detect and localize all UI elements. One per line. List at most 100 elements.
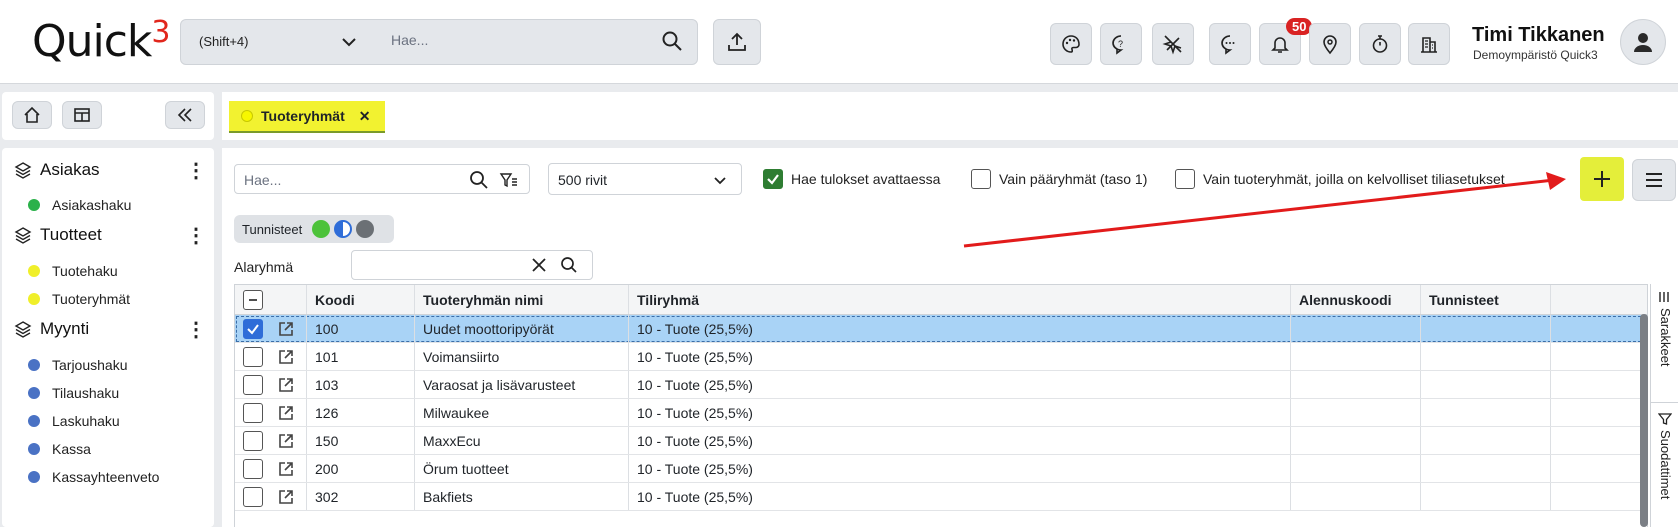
row-checkbox[interactable] (243, 346, 263, 367)
bell-icon (1269, 33, 1291, 55)
user-name: Timi Tikkanen (1472, 24, 1605, 46)
search-shortcut-label: (Shift+4) (199, 34, 249, 49)
search-icon[interactable] (469, 170, 489, 190)
sidebar-item-kassa[interactable]: Kassa (28, 441, 91, 457)
sidebar-item-tuotehaku[interactable]: Tuotehaku (28, 263, 118, 279)
status-dot-icon (28, 415, 40, 427)
row-select-cell (235, 427, 307, 454)
add-button[interactable] (1580, 157, 1624, 201)
section-menu-icon[interactable]: ⋮ (186, 317, 206, 342)
company-button[interactable] (1408, 23, 1450, 65)
tags-cell (1421, 427, 1551, 454)
vertical-scrollbar[interactable] (1640, 314, 1648, 527)
table-row[interactable]: 101 Voimansiirto 10 - Tuote (25,5%) (235, 343, 1647, 371)
status-dot-icon (28, 199, 40, 211)
row-checkbox[interactable] (243, 430, 263, 451)
table-row[interactable]: 302 Bakfiets 10 - Tuote (25,5%) (235, 483, 1647, 511)
checkbox-checked[interactable] (763, 169, 783, 189)
filters-panel-tab[interactable]: Suodattimet (1658, 430, 1673, 499)
close-icon[interactable]: ✕ (359, 108, 371, 125)
section-tuotteet[interactable]: Tuotteet (14, 225, 102, 245)
green-tag-icon[interactable] (312, 220, 331, 238)
section-asiakas[interactable]: Asiakas (14, 160, 100, 180)
column-header-code[interactable]: Koodi (307, 285, 415, 314)
chat-button[interactable] (1209, 23, 1251, 65)
section-menu-icon[interactable]: ⋮ (186, 223, 206, 248)
table-row[interactable]: 126 Milwaukee 10 - Tuote (25,5%) (235, 399, 1647, 427)
open-external-icon[interactable] (277, 460, 295, 478)
row-checkbox[interactable] (243, 458, 263, 479)
open-external-icon[interactable] (277, 488, 295, 506)
filter-list-icon[interactable] (499, 170, 519, 190)
table-row[interactable]: 103 Varaosat ja lisävarusteet 10 - Tuote (… (235, 371, 1647, 399)
tab-tuoteryhmat[interactable]: Tuoteryhmät ✕ (229, 101, 385, 133)
account-cell: 10 - Tuote (25,5%) (629, 371, 1291, 398)
side-panel-bar: Sarakkeet Suodattimet (1650, 284, 1678, 527)
app-logo[interactable]: Quick3 (32, 15, 171, 71)
gray-tag-icon[interactable] (356, 220, 375, 238)
sidebar-item-laskuhaku[interactable]: Laskuhaku (28, 413, 120, 429)
tags-cell (1421, 483, 1551, 510)
help-button[interactable]: ? (1100, 23, 1142, 65)
layout-button[interactable] (62, 101, 102, 129)
rows-select[interactable]: 500 rivit (548, 163, 742, 195)
palette-button[interactable] (1050, 23, 1092, 65)
search-on-open-option[interactable]: Hae tulokset avattaessa (763, 169, 940, 189)
columns-panel-tab[interactable]: Sarakkeet (1658, 308, 1673, 367)
filter-search-input[interactable]: Hae... (234, 164, 530, 194)
row-checkbox[interactable] (243, 402, 263, 423)
status-dot-icon (28, 293, 40, 305)
column-header-tags[interactable]: Tunnisteet (1421, 285, 1551, 314)
layout-icon (73, 106, 91, 124)
open-external-icon[interactable] (277, 376, 295, 394)
subgroup-input[interactable] (351, 250, 593, 280)
row-checkbox[interactable] (243, 486, 263, 507)
collapse-sidebar-button[interactable] (165, 101, 205, 129)
sidebar-item-tilaushaku[interactable]: Tilaushaku (28, 385, 119, 401)
global-search-input[interactable]: Hae... (391, 32, 428, 48)
clear-icon[interactable] (530, 256, 548, 274)
open-external-icon[interactable] (277, 432, 295, 450)
sidebar-item-tarjoushaku[interactable]: Tarjoushaku (28, 357, 128, 373)
half-tag-icon[interactable] (334, 220, 353, 238)
column-header-discount[interactable]: Alennuskoodi (1291, 285, 1421, 314)
upload-icon (726, 31, 748, 53)
sidebar-item-asiakashaku[interactable]: Asiakashaku (28, 197, 131, 213)
table-row[interactable]: 200 Örum tuotteet 10 - Tuote (25,5%) (235, 455, 1647, 483)
discount-cell (1291, 399, 1421, 426)
row-checkbox[interactable] (243, 374, 263, 395)
row-checkbox[interactable] (243, 318, 263, 339)
menu-button[interactable] (1632, 159, 1676, 201)
search-icon[interactable] (560, 256, 578, 274)
open-external-icon[interactable] (277, 348, 295, 366)
global-search[interactable]: (Shift+4) Hae... (180, 19, 698, 65)
code-cell: 101 (307, 343, 415, 370)
name-cell: MaxxEcu (415, 427, 629, 454)
tags-filter-chip[interactable]: Tunnisteet (234, 215, 394, 243)
user-environment: Demoympäristö Quick3 (1473, 48, 1598, 62)
sidebar-item-kassayhteenveto[interactable]: Kassayhteenveto (28, 469, 159, 485)
section-menu-icon[interactable]: ⋮ (186, 158, 206, 183)
feature-off-button[interactable] (1152, 23, 1194, 65)
open-external-icon[interactable] (277, 404, 295, 422)
code-cell: 126 (307, 399, 415, 426)
location-button[interactable] (1309, 23, 1351, 65)
chevron-down-icon[interactable] (339, 32, 359, 52)
table-row[interactable]: 150 MaxxEcu 10 - Tuote (25,5%) (235, 427, 1647, 455)
chat-icon (1219, 33, 1241, 55)
avatar[interactable] (1620, 19, 1666, 65)
timer-button[interactable] (1359, 23, 1401, 65)
open-external-icon[interactable] (277, 320, 295, 338)
column-header-account[interactable]: Tiliryhmä (629, 285, 1291, 314)
upload-button[interactable] (713, 19, 761, 65)
column-header-name[interactable]: Tuoteryhmän nimi (415, 285, 629, 314)
home-button[interactable] (12, 101, 52, 129)
select-all-checkbox[interactable] (243, 289, 263, 310)
status-dot-icon (28, 387, 40, 399)
status-dot-icon (28, 471, 40, 483)
section-myynti[interactable]: Myynti (14, 319, 89, 339)
table-row[interactable]: 100 Uudet moottoripyörät 10 - Tuote (25,5%… (235, 315, 1647, 343)
sidebar-item-tuoteryhmat[interactable]: Tuoteryhmät (28, 291, 130, 307)
discount-cell (1291, 343, 1421, 370)
search-icon[interactable] (661, 30, 683, 52)
